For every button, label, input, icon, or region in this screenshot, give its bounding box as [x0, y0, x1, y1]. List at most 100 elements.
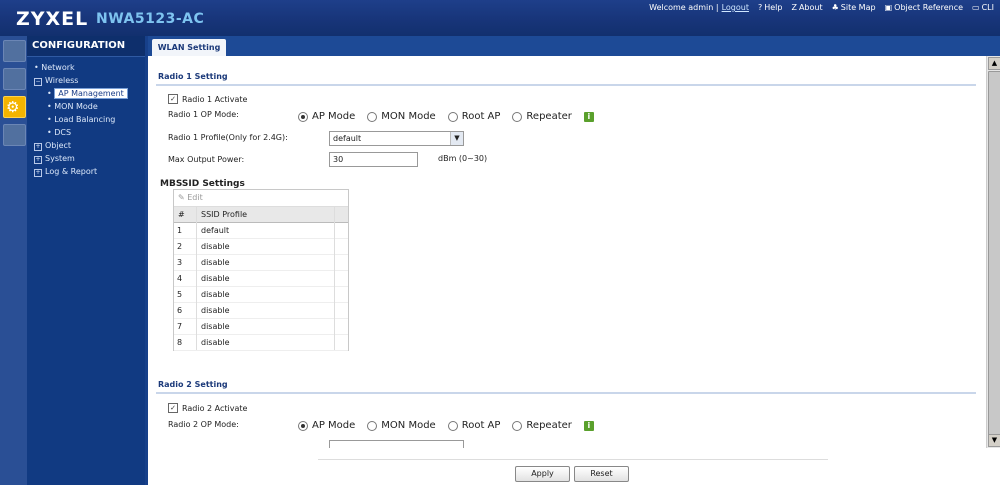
radio1-mon-mode-radio[interactable]: MON Mode — [367, 111, 436, 122]
radio-icon — [367, 420, 378, 431]
column-header-num[interactable]: # — [178, 207, 185, 222]
chevron-down-icon[interactable]: ▼ — [450, 132, 463, 145]
max-output-power-label: Max Output Power: — [168, 155, 245, 164]
radio1-profile-select[interactable]: default ▼ — [329, 131, 464, 146]
radio-icon — [367, 111, 378, 122]
radio2-ap-mode-radio[interactable]: AP Mode — [298, 420, 355, 431]
radio-icon — [447, 420, 458, 431]
radio-icon — [512, 420, 523, 431]
maintenance-icon[interactable] — [3, 124, 26, 146]
column-header-ssid-profile[interactable]: SSID Profile — [201, 207, 247, 222]
radio-icon — [447, 111, 458, 122]
check-icon: ✓ — [168, 94, 178, 104]
main-content: Radio 1 Setting ✓ Radio 1 Activate Radio… — [148, 56, 986, 448]
model-name: NWA5123-AC — [96, 11, 205, 27]
help-link[interactable]: ? Help — [758, 3, 783, 12]
radio2-op-mode-label: Radio 2 OP Mode: — [168, 420, 239, 429]
radio2-section-title: Radio 2 Setting — [158, 380, 228, 389]
radio1-ap-mode-radio[interactable]: AP Mode — [298, 111, 355, 122]
table-row[interactable]: 7 disable — [174, 319, 348, 335]
edit-button[interactable]: ✎ Edit — [174, 190, 348, 207]
column-divider — [196, 207, 197, 350]
dashboard-icon[interactable] — [3, 40, 26, 62]
about-icon: Z — [791, 3, 797, 12]
scroll-down-icon[interactable]: ▼ — [988, 434, 1000, 447]
radio1-op-mode-group: AP Mode MON Mode Root AP Repeater i — [298, 111, 594, 122]
radio1-profile-label: Radio 1 Profile(Only for 2.4G): — [168, 133, 288, 142]
cli-link[interactable]: ▭ CLI — [972, 3, 994, 12]
sidebar-item-ap-management[interactable]: • AP Management — [27, 87, 145, 100]
help-icon: ? — [757, 3, 763, 12]
tab-wlan-setting[interactable]: WLAN Setting — [152, 39, 226, 56]
radio-selected-icon — [298, 111, 308, 122]
sidebar-item-system[interactable]: + System — [27, 152, 145, 165]
about-link[interactable]: Z About — [791, 3, 822, 12]
table-header: # SSID Profile — [174, 207, 348, 223]
radio-selected-icon — [298, 420, 308, 431]
table-row[interactable]: 8 disable — [174, 335, 348, 351]
scroll-up-icon[interactable]: ▲ — [988, 57, 1000, 70]
object-reference-link[interactable]: ▣ Object Reference — [885, 3, 963, 12]
welcome-text: Welcome admin | — [649, 3, 719, 12]
monitor-icon[interactable] — [3, 68, 26, 90]
sidebar-item-mon-mode[interactable]: • MON Mode — [27, 100, 145, 113]
object-reference-icon: ▣ — [884, 3, 893, 12]
column-divider — [334, 207, 335, 350]
mbssid-title: MBSSID Settings — [160, 179, 245, 189]
sidebar-item-network[interactable]: • Network — [27, 61, 145, 74]
sidebar-title: CONFIGURATION — [27, 36, 145, 57]
radio2-activate-checkbox[interactable]: ✓ Radio 2 Activate — [168, 403, 247, 413]
expand-icon[interactable]: + — [34, 156, 42, 164]
check-icon: ✓ — [168, 403, 178, 413]
sidebar-item-wireless[interactable]: − Wireless — [27, 74, 145, 87]
table-row[interactable]: 3 disable — [174, 255, 348, 271]
site-map-link[interactable]: ♣ Site Map — [832, 3, 876, 12]
footer-divider — [318, 459, 828, 460]
radio-icon — [512, 111, 523, 122]
configuration-icon[interactable]: ⚙ — [3, 96, 26, 118]
expand-icon[interactable]: + — [34, 169, 42, 177]
table-row[interactable]: 5 disable — [174, 287, 348, 303]
tab-bar: WLAN Setting — [148, 36, 1000, 56]
expand-icon[interactable]: + — [34, 143, 42, 151]
brand-logo: ZYXEL — [16, 8, 89, 30]
radio2-mon-mode-radio[interactable]: MON Mode — [367, 420, 436, 431]
radio1-activate-checkbox[interactable]: ✓ Radio 1 Activate — [168, 94, 247, 104]
info-icon[interactable]: i — [583, 111, 594, 122]
radio2-op-mode-group: AP Mode MON Mode Root AP Repeater i — [298, 420, 594, 431]
radio1-section-title: Radio 1 Setting — [158, 72, 228, 81]
section-divider — [156, 84, 976, 86]
radio2-root-ap-radio[interactable]: Root AP — [447, 420, 500, 431]
sidebar-item-load-balancing[interactable]: • Load Balancing — [27, 113, 145, 126]
sidebar-item-dcs[interactable]: • DCS — [27, 126, 145, 139]
sidebar-item-log-report[interactable]: + Log & Report — [27, 165, 145, 178]
header-bar: ZYXEL NWA5123-AC Welcome admin | Logout … — [0, 0, 1000, 36]
content-scrollbar[interactable]: ▲ ▼ — [986, 56, 1000, 448]
logout-link[interactable]: Logout — [722, 3, 749, 12]
cli-icon: ▭ — [972, 3, 980, 12]
collapse-icon[interactable]: − — [34, 78, 42, 86]
radio1-root-ap-radio[interactable]: Root AP — [447, 111, 500, 122]
max-output-power-input[interactable]: 30 — [329, 152, 418, 167]
reset-button[interactable]: Reset — [574, 466, 629, 482]
edit-icon: ✎ — [178, 193, 185, 202]
gear-icon: ⚙ — [6, 98, 20, 116]
top-nav: Welcome admin | Logout ? Help Z About ♣ Sit… — [649, 3, 994, 12]
sidebar-item-object[interactable]: + Object — [27, 139, 145, 152]
mbssid-table: ✎ Edit # SSID Profile 1 default 2 disable … — [173, 189, 349, 351]
footer-bar: Apply Reset — [148, 448, 1000, 485]
section-divider — [156, 392, 976, 394]
table-row[interactable]: 6 disable — [174, 303, 348, 319]
radio1-repeater-radio[interactable]: Repeater — [512, 111, 572, 122]
table-row[interactable]: 2 disable — [174, 239, 348, 255]
table-row[interactable]: 4 disable — [174, 271, 348, 287]
icon-bar: ⚙ — [0, 36, 27, 485]
scroll-thumb[interactable] — [988, 71, 1000, 435]
radio2-profile-select[interactable] — [329, 440, 464, 448]
table-row[interactable]: 1 default — [174, 223, 348, 239]
info-icon[interactable]: i — [583, 420, 594, 431]
radio2-repeater-radio[interactable]: Repeater — [512, 420, 572, 431]
sidebar: CONFIGURATION • Network − Wireless • AP M… — [27, 36, 145, 485]
apply-button[interactable]: Apply — [515, 466, 570, 482]
power-unit-text: dBm (0~30) — [438, 154, 488, 163]
